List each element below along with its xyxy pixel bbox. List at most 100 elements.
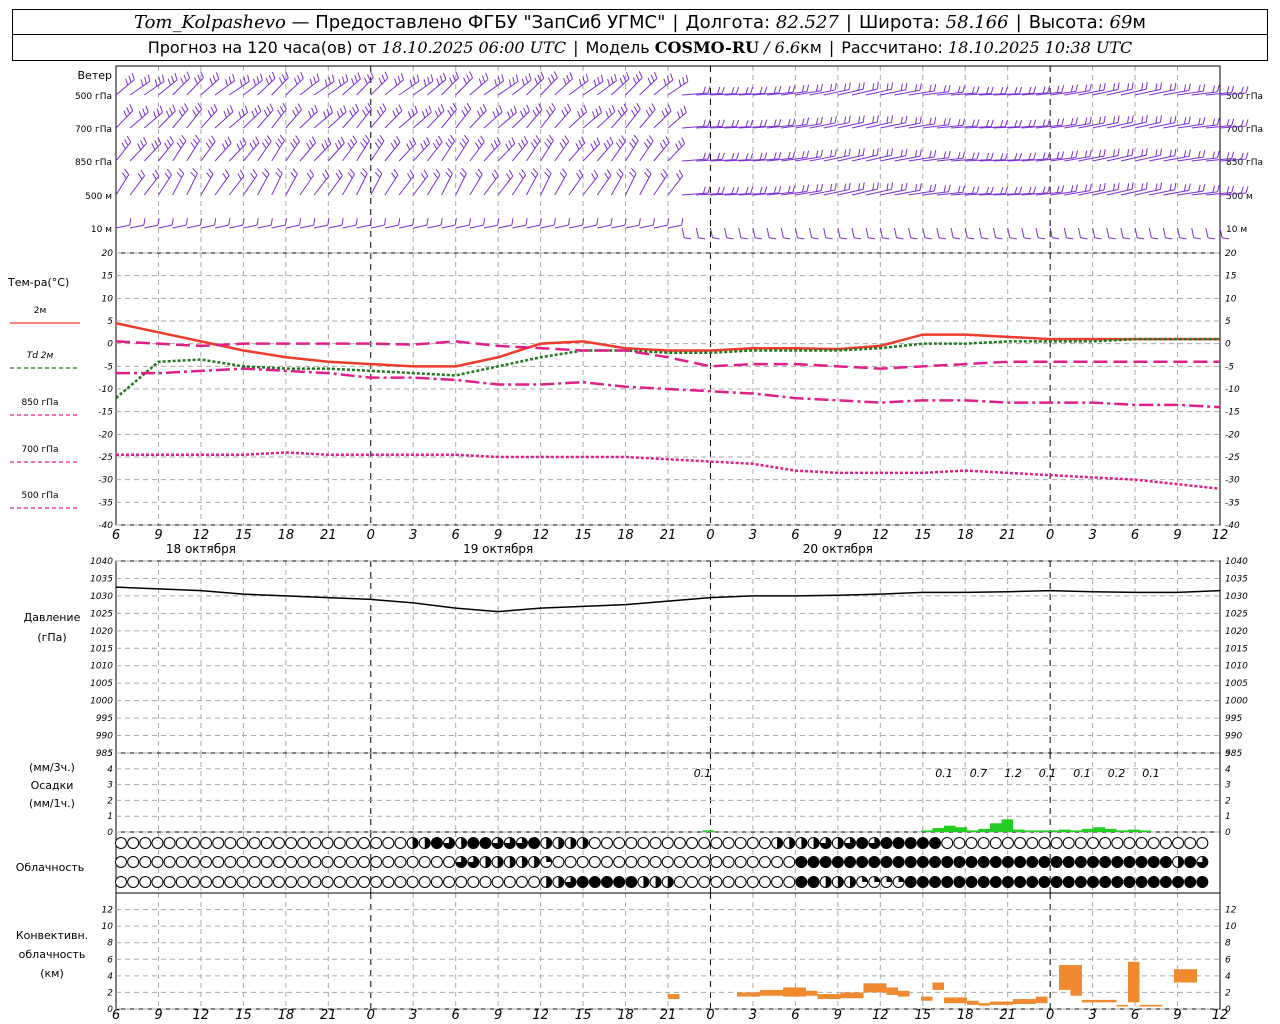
- cloud-symbol: [115, 837, 127, 849]
- wind-barb-feather: [459, 142, 465, 149]
- wind-barb-shaft: [299, 174, 315, 196]
- wind-barb-feather: [829, 83, 833, 92]
- wind-barb-feather: [1188, 116, 1191, 124]
- precip-bar: [990, 823, 1002, 832]
- wind-barb-feather: [750, 86, 754, 94]
- wind-barb-feather: [1103, 183, 1106, 191]
- wind-barb-feather: [512, 76, 515, 85]
- wind-barb-shaft: [611, 78, 630, 96]
- wind-barb-feather: [257, 104, 262, 112]
- ytick-right: 1025: [1225, 609, 1248, 619]
- wind-barb-feather: [475, 172, 481, 179]
- cloud-symbol: [734, 876, 747, 888]
- cloud-symbol: [272, 856, 285, 868]
- wind-barb-feather: [1052, 237, 1060, 240]
- time-tick-label: 9: [494, 528, 502, 543]
- wind-barb-feather: [962, 185, 966, 193]
- cloud-symbol: [333, 876, 346, 888]
- wind-barb-feather: [943, 85, 947, 93]
- wind-barb-shaft: [229, 224, 244, 229]
- ytick-right: 10: [1225, 922, 1237, 932]
- wind-barb-feather: [553, 71, 558, 78]
- wind-barb-shaft: [1106, 121, 1133, 129]
- cloud-symbol: [1147, 856, 1160, 868]
- wind-barb-shaft: [809, 155, 836, 162]
- wind-barb-feather: [702, 86, 706, 94]
- wind-barb-shaft: [837, 154, 864, 162]
- cloud-symbol: [686, 837, 699, 849]
- wind-barb-feather: [787, 185, 791, 193]
- wind-barb-shaft: [172, 173, 185, 196]
- ytick-right: -15: [1225, 408, 1240, 418]
- wind-barb-feather: [207, 110, 212, 117]
- wind-barb-feather: [683, 105, 687, 113]
- wind-barb-feather: [340, 136, 345, 144]
- wind-barb-feather: [292, 109, 297, 117]
- wind-barb-feather: [253, 78, 257, 86]
- wind-barb-feather: [250, 172, 255, 180]
- ytick-right: 8: [1225, 939, 1231, 949]
- wind-barb-feather: [1198, 117, 1201, 125]
- cloud-symbol: [625, 856, 638, 868]
- cloud-symbol: [248, 837, 261, 849]
- conv-cloud-bar: [1082, 999, 1117, 1003]
- wind-barb-feather: [464, 134, 470, 142]
- wind-barb-feather: [523, 136, 529, 143]
- wind-barb-feather: [605, 110, 609, 118]
- wind-barb-feather: [176, 142, 182, 149]
- wind-barb-feather: [1212, 118, 1216, 126]
- wind-barb-feather: [452, 74, 456, 82]
- wind-barb-feather: [140, 79, 144, 87]
- wind-barb-shaft: [1120, 154, 1147, 162]
- cloud-symbol: [1074, 837, 1087, 849]
- wind-barb-shaft: [271, 224, 286, 229]
- wind-panel-label: Ветер: [78, 69, 112, 82]
- wind-barb-feather: [314, 104, 318, 112]
- wind-barb-feather: [680, 108, 684, 116]
- wind-barb-feather: [362, 167, 368, 174]
- cloud-symbol: [430, 876, 443, 888]
- wind-barb-feather: [986, 186, 990, 194]
- ytick-left: 12: [102, 906, 114, 916]
- cloud-symbol: [953, 876, 966, 888]
- wind-barb-feather: [154, 79, 158, 87]
- wind-barb-feather: [717, 186, 721, 194]
- cloud-symbol: [236, 876, 249, 888]
- wind-barb-feather: [646, 138, 652, 145]
- conv-cloud-bar: [1128, 961, 1140, 1003]
- wind-barb-feather: [829, 116, 833, 125]
- wind-barb-shaft: [285, 78, 304, 96]
- time-tick-label: 21: [660, 1008, 677, 1023]
- time-tick-label: 6: [112, 1008, 120, 1023]
- wind-barb-feather: [166, 168, 172, 176]
- wind-barb-shaft: [143, 112, 163, 129]
- cloud-symbol: [200, 837, 213, 849]
- wind-barb-feather: [726, 237, 734, 240]
- ytick-right: 15: [1225, 272, 1237, 282]
- wind-barb-feather: [663, 78, 667, 86]
- wind-barb-shaft: [540, 140, 554, 162]
- wind-barb-feather: [844, 83, 847, 91]
- wind-barb-feather: [806, 150, 810, 158]
- cloud-symbol-fill: [570, 837, 577, 849]
- cloud-symbol: [285, 837, 298, 849]
- wind-barb-feather: [1131, 182, 1134, 190]
- time-tick-label: 18: [617, 528, 634, 543]
- wind-barb-feather: [962, 151, 966, 159]
- wind-barb-feather: [735, 86, 740, 94]
- wind-barb-feather: [616, 172, 622, 179]
- wind-barb-feather: [986, 152, 990, 160]
- wind-barb-feather: [787, 85, 791, 93]
- wind-barb-shaft: [667, 143, 685, 162]
- wind-barb-shaft: [823, 155, 850, 162]
- wind-barb-feather: [328, 77, 331, 85]
- precip-bar: [1139, 830, 1152, 832]
- wind-barb-feather: [1159, 148, 1163, 156]
- wind-barb-feather: [617, 110, 622, 117]
- wind-barb-shaft: [667, 175, 684, 196]
- wind-barb-shaft: [214, 111, 234, 129]
- wind-barb-feather: [872, 116, 875, 124]
- wind-barb-feather: [1019, 119, 1023, 127]
- wind-barb-feather: [801, 151, 805, 159]
- wind-barb-feather: [563, 77, 567, 85]
